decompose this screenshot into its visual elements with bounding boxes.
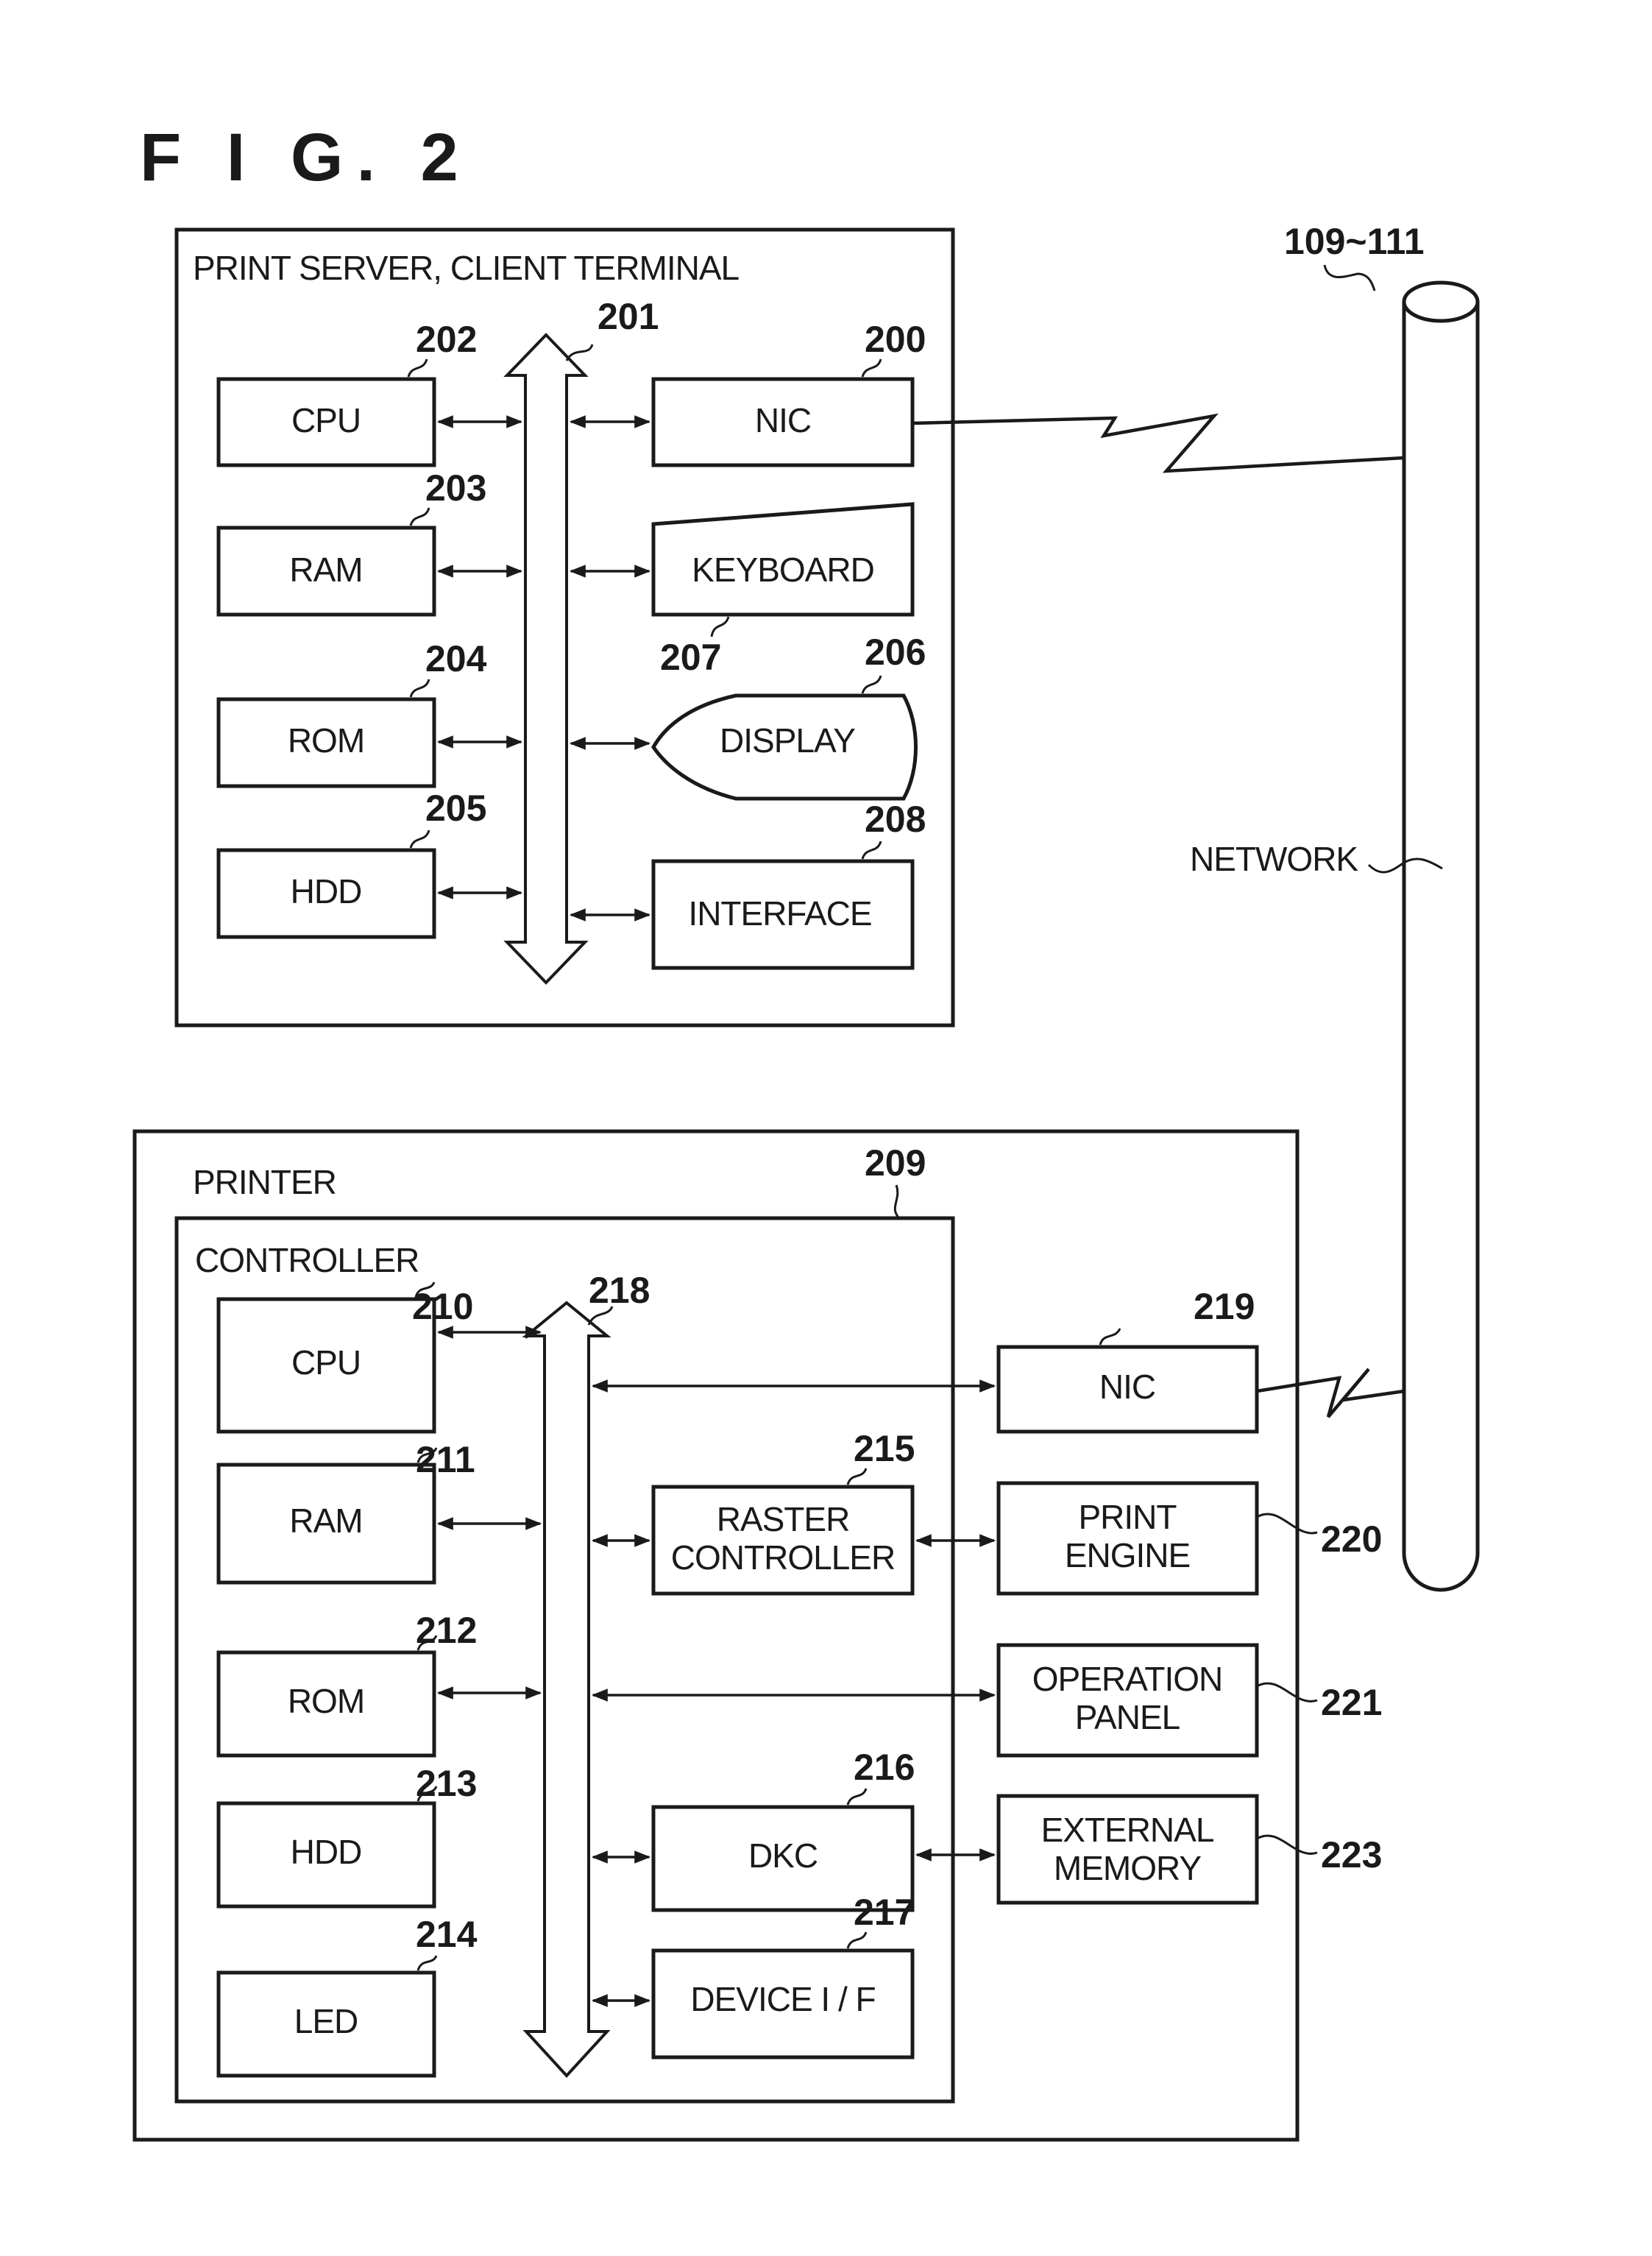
ctrl-led-label: LED [294,2002,358,2040]
printer-nic-block: NIC [996,1345,1259,1434]
server-interface-label: INTERFACE [688,894,871,933]
printer-print-engine-label-2: ENGINE [1065,1536,1190,1574]
printer-external-memory-label-2: MEMORY [1054,1849,1201,1887]
server-display-label: DISPLAY [720,721,855,760]
ctrl-hdd-label: HDD [291,1833,362,1871]
network-label: NETWORK [1190,840,1358,878]
ctrl-cpu-label: CPU [291,1343,361,1382]
printer-print-engine-block: PRINT ENGINE [996,1481,1259,1596]
network-ref-leader [1323,264,1376,291]
server-display-block: DISPLAY [651,693,918,801]
server-cpu-label: CPU [291,401,361,439]
server-display-leader [861,675,882,694]
ctrl-raster-block: RASTER CONTROLLER [651,1485,915,1596]
printer-print-engine-ref: 220 [1321,1518,1382,1560]
ctrl-dkc-label: DKC [748,1836,818,1875]
server-interface-ref: 208 [865,799,926,840]
server-hdd-leader [409,830,430,849]
ctrl-cpu-block: CPU [216,1297,436,1434]
printer-print-engine-leader [1258,1513,1318,1535]
server-nic-leader [861,358,882,378]
network-ref: 109~111 [1284,221,1425,262]
server-ram-label: RAM [289,551,362,589]
printer-nic-label: NIC [1099,1368,1155,1406]
printer-operation-panel-leader [1258,1682,1318,1702]
server-title: PRINT SERVER, CLIENT TERMINAL [193,249,740,287]
printer-print-engine-label-1: PRINT [1079,1498,1177,1536]
ctrl-device-if-leader [846,1931,868,1949]
controller-ref-leader [893,1184,901,1220]
server-ram-block: RAM [216,526,436,617]
server-keyboard-ref: 207 [660,637,721,678]
server-nic-label: NIC [755,401,811,439]
ctrl-dkc-ref: 216 [854,1747,915,1788]
ctrl-rom-block: ROM [216,1650,436,1758]
ctrl-device-if-ref: 217 [854,1892,915,1933]
network-pipe [1402,280,1480,1592]
printer-external-memory-leader [1258,1834,1318,1855]
server-nic-ref: 200 [865,319,926,360]
ctrl-raster-label-1: RASTER [717,1500,850,1538]
printer-external-memory-ref: 223 [1321,1834,1382,1875]
server-cpu-ref: 202 [416,319,477,360]
printer-nic-leader [1099,1328,1121,1346]
ctrl-hdd-ref: 213 [416,1763,477,1804]
printer-wireless-link [1256,1368,1405,1418]
server-ram-leader [409,507,430,526]
ctrl-led-leader [416,1955,438,1971]
ctrl-cpu-ref: 210 [412,1286,473,1327]
ctrl-ram-ref: 211 [416,1439,475,1480]
server-cpu-leader [407,358,428,378]
ctrl-hdd-block: HDD [216,1801,436,1909]
ctrl-raster-ref: 215 [854,1428,915,1469]
ctrl-device-if-block: DEVICE I / F [651,1948,915,2059]
server-ram-ref: 203 [425,467,486,509]
server-rom-ref: 204 [425,638,487,679]
printer-operation-panel-block: OPERATION PANEL [996,1643,1259,1758]
server-keyboard-leader [710,616,730,637]
controller-bus-ref: 218 [589,1270,650,1311]
server-nic-block: NIC [651,377,915,467]
server-hdd-label: HDD [291,872,362,910]
controller-title: CONTROLLER [195,1241,419,1279]
server-hdd-ref: 205 [425,788,486,829]
printer-operation-panel-label-2: PANEL [1075,1698,1180,1736]
server-keyboard-block: KEYBOARD [651,502,915,617]
ctrl-led-ref: 214 [416,1914,478,1955]
server-keyboard-label: KEYBOARD [692,551,874,589]
printer-external-memory-block: EXTERNAL MEMORY [996,1794,1259,1905]
server-bus-201 [503,333,589,985]
controller-bus-218 [522,1301,611,2078]
server-rom-block: ROM [216,697,436,788]
printer-title: PRINTER [193,1163,336,1201]
figure-2-diagram: F I G. 2 109~111 NETWORK PRINT SERVER, C… [132,120,1480,2142]
server-bus-ref: 201 [598,296,659,337]
ctrl-led-block: LED [216,1970,436,2078]
printer-operation-panel-ref: 221 [1321,1682,1382,1723]
ctrl-ram-label: RAM [289,1502,362,1540]
ctrl-ram-block: RAM [216,1463,436,1585]
server-rom-label: ROM [288,721,364,760]
server-wireless-link [912,413,1405,473]
ctrl-raster-leader [846,1468,868,1485]
server-hdd-block: HDD [216,848,436,939]
printer-operation-panel-label-1: OPERATION [1032,1660,1223,1698]
printer-nic-ref: 219 [1194,1286,1255,1327]
server-interface-leader [861,841,882,860]
server-cpu-block: CPU [216,377,436,467]
ctrl-rom-ref: 212 [416,1610,477,1651]
server-rom-leader [409,679,430,698]
controller-ref: 209 [865,1142,926,1184]
server-interface-block: INTERFACE [651,859,915,970]
ctrl-device-if-label: DEVICE I / F [690,1980,875,2018]
printer-external-memory-label-1: EXTERNAL [1041,1811,1214,1849]
ctrl-dkc-leader [846,1788,868,1806]
ctrl-raster-label-2: CONTROLLER [671,1538,895,1577]
server-display-ref: 206 [865,632,926,673]
figure-title: F I G. 2 [140,120,472,195]
ctrl-rom-label: ROM [288,1682,364,1720]
